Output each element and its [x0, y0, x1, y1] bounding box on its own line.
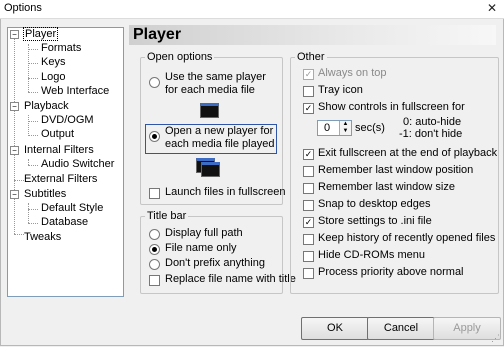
other-group: Other ✓ Always on top Tray icon ✓ Show c… [290, 51, 499, 294]
single-player-icon [200, 103, 219, 118]
remember-size-checkbox[interactable] [303, 183, 314, 194]
replace-file-name-label[interactable]: Replace file name with title [165, 273, 296, 286]
store-ini-checkbox[interactable]: ✓ [303, 217, 314, 228]
snap-edges-label[interactable]: Snap to desktop edges [318, 198, 431, 211]
tree-item-subtitles[interactable]: Subtitles [24, 188, 66, 201]
tree-line [28, 44, 29, 92]
collapse-icon[interactable]: − [10, 146, 19, 155]
tree-line [28, 209, 38, 210]
close-icon[interactable]: ✕ [484, 1, 500, 15]
remember-position-label[interactable]: Remember last window position [318, 164, 473, 177]
tray-icon-label[interactable]: Tray icon [318, 84, 363, 97]
open-options-title: Open options [145, 51, 215, 63]
tree-item-output[interactable]: Output [41, 128, 74, 141]
tree-item-tweaks[interactable]: Tweaks [24, 231, 61, 244]
collapse-icon[interactable]: − [10, 102, 19, 111]
tree-item-playback[interactable]: Playback [24, 100, 69, 113]
show-controls-checkbox[interactable]: ✓ [303, 103, 314, 114]
tree-line [28, 49, 38, 50]
replace-file-name-checkbox[interactable] [149, 275, 160, 286]
tree-line [14, 180, 24, 181]
tray-icon-checkbox[interactable] [303, 86, 314, 97]
new-player-radio[interactable] [149, 131, 160, 142]
secs-unit-label: sec(s) [355, 122, 385, 134]
remember-size-label[interactable]: Remember last window size [318, 181, 455, 194]
tree-item-audio-switcher[interactable]: Audio Switcher [41, 158, 114, 171]
tree-item-formats[interactable]: Formats [41, 42, 81, 55]
file-name-only-radio[interactable] [149, 244, 160, 255]
ok-button[interactable]: OK [301, 317, 369, 340]
hide-cdroms-checkbox[interactable] [303, 251, 314, 262]
tree-line [28, 121, 38, 122]
cancel-button[interactable]: Cancel [367, 317, 435, 340]
secs-stepper[interactable]: 0 ▲ ▼ [317, 120, 352, 136]
tree-line [28, 92, 38, 93]
exit-fullscreen-label[interactable]: Exit fullscreen at the end of playback [318, 147, 497, 160]
show-controls-label[interactable]: Show controls in fullscreen for [318, 101, 465, 114]
new-player-label[interactable]: Open a new player for each media file pl… [165, 125, 275, 151]
tree-line [28, 203, 29, 223]
window-title: Options [4, 2, 42, 14]
dont-prefix-radio[interactable] [149, 259, 160, 270]
page-header: Player [129, 25, 496, 45]
tree-item-logo[interactable]: Logo [41, 71, 65, 84]
tree-line [28, 78, 38, 79]
store-ini-label[interactable]: Store settings to .ini file [318, 215, 432, 228]
title-bar-title: Title bar [145, 210, 189, 222]
tree-line [14, 234, 24, 235]
page-title: Player [133, 26, 182, 43]
remember-position-checkbox[interactable] [303, 166, 314, 177]
launch-fullscreen-checkbox[interactable] [149, 188, 160, 199]
tree-line [28, 135, 38, 136]
tree-item-player[interactable]: Player [22, 27, 59, 41]
collapse-icon[interactable]: − [10, 190, 19, 199]
tree-line [28, 63, 38, 64]
tree-line [28, 223, 38, 224]
tree-item-database[interactable]: Database [41, 216, 88, 229]
tree-item-external-filters[interactable]: External Filters [24, 173, 97, 186]
file-name-only-label[interactable]: File name only [165, 242, 237, 255]
tree-item-keys[interactable]: Keys [41, 56, 65, 69]
exit-fullscreen-checkbox[interactable]: ✓ [303, 149, 314, 160]
same-player-radio[interactable] [149, 77, 160, 88]
always-on-top-label[interactable]: Always on top [318, 67, 386, 80]
secs-value[interactable]: 0 [320, 121, 334, 135]
titlebar: Options ✕ [0, 0, 504, 19]
dont-prefix-label[interactable]: Don't prefix anything [165, 257, 265, 270]
options-window: − Player Formats Keys Logo Web Interface… [0, 19, 504, 346]
other-title: Other [295, 51, 327, 63]
keep-history-label[interactable]: Keep history of recently opened files [318, 232, 495, 245]
tree-line [14, 38, 15, 234]
stepper-arrows-icon[interactable]: ▲ ▼ [339, 121, 351, 135]
options-tree[interactable]: − Player Formats Keys Logo Web Interface… [7, 27, 124, 297]
process-priority-label[interactable]: Process priority above normal [318, 266, 464, 279]
same-player-label[interactable]: Use the same player for each media file [165, 71, 279, 97]
tree-item-dvd-ogm[interactable]: DVD/OGM [41, 114, 94, 127]
tree-item-web-interface[interactable]: Web Interface [41, 85, 109, 98]
tree-line [28, 115, 29, 134]
launch-fullscreen-label[interactable]: Launch files in fullscreen [165, 186, 285, 199]
open-options-group: Open options Use the same player for eac… [140, 51, 285, 205]
collapse-icon[interactable]: − [10, 30, 19, 39]
process-priority-checkbox[interactable] [303, 268, 314, 279]
keep-history-checkbox[interactable] [303, 234, 314, 245]
hide-cdroms-label[interactable]: Hide CD-ROMs menu [318, 249, 425, 262]
display-full-path-label[interactable]: Display full path [165, 227, 243, 240]
multi-player-icon-2 [201, 162, 220, 177]
title-bar-group: Title bar Display full path File name on… [140, 210, 296, 294]
display-full-path-radio[interactable] [149, 229, 160, 240]
tree-line [28, 165, 38, 166]
tree-item-default-style[interactable]: Default Style [41, 202, 103, 215]
always-on-top-checkbox[interactable]: ✓ [303, 69, 314, 80]
snap-edges-checkbox[interactable] [303, 200, 314, 211]
dont-hide-hint: -1: don't hide [399, 128, 463, 140]
tree-item-internal-filters[interactable]: Internal Filters [24, 144, 94, 157]
resize-grip-icon[interactable]: ⋰ [491, 333, 501, 343]
